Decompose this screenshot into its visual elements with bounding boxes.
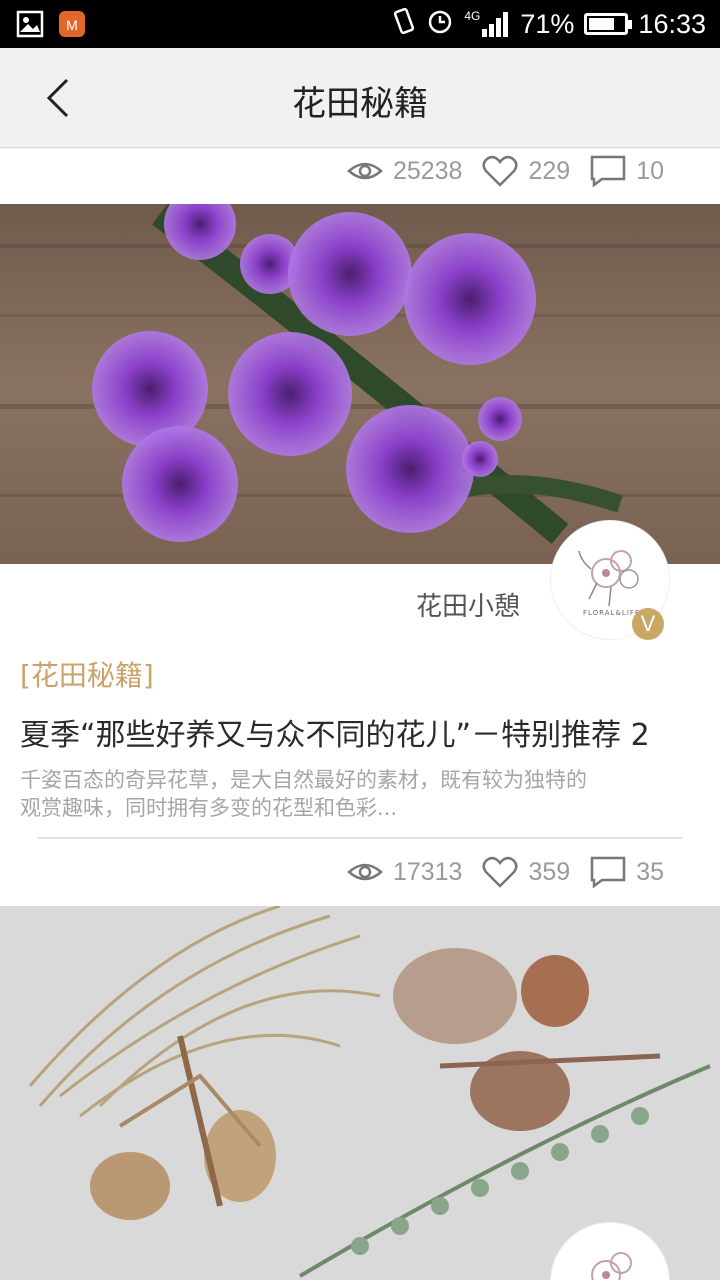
likes-stat[interactable]: 229: [482, 155, 570, 187]
avatar-caption: FLORAL&LIFE: [583, 609, 641, 617]
svg-text:M: M: [66, 17, 78, 33]
nav-bar: 花田秘籍: [0, 48, 720, 148]
likes-count: 229: [528, 156, 571, 185]
heart-icon: [482, 856, 518, 888]
article-card[interactable]: FLORAL&LIFE V 花田小憩 [花田秘籍] 夏季“那些好养又与众不同的花…: [0, 204, 720, 906]
comments-stat[interactable]: 35: [590, 856, 664, 888]
comment-icon: [590, 155, 626, 187]
likes-stat[interactable]: 359: [482, 856, 570, 888]
article-title[interactable]: 夏季“那些好养又与众不同的花儿”－特别推荐 2: [20, 710, 700, 754]
signal-icon: 4G: [464, 9, 510, 37]
article-tag[interactable]: [花田秘籍]: [20, 654, 154, 694]
comments-count: 10: [636, 156, 664, 185]
eye-icon: [347, 863, 383, 881]
vibrate-icon: [392, 7, 416, 42]
likes-count: 359: [528, 857, 571, 886]
battery-percent: 71%: [520, 8, 575, 39]
author-name[interactable]: 花田小憩: [416, 586, 520, 623]
description-line: 观赏趣味，同时拥有多变的花型和色彩...: [20, 796, 398, 820]
stats-row: 17313 359 35: [347, 856, 664, 888]
article-description: 千姿百态的奇异花草，是大自然最好的素材，既有较为独特的 观赏趣味，同时拥有多变的…: [20, 766, 660, 822]
stats-row: 25238 229 10: [347, 155, 664, 187]
verified-badge: V: [632, 608, 664, 640]
heart-icon: [482, 155, 518, 187]
eye-icon: [347, 162, 383, 180]
previous-card-footer: 25238 229 10: [0, 149, 720, 204]
views-count: 25238: [392, 156, 463, 185]
article-cover-image[interactable]: [0, 204, 720, 564]
app-notification-icon: M: [58, 10, 86, 38]
views-count: 17313: [392, 857, 463, 886]
description-line: 千姿百态的奇异花草，是大自然最好的素材，既有较为独特的: [20, 768, 587, 792]
comments-count: 35: [636, 857, 664, 886]
comment-icon: [590, 856, 626, 888]
divider: [38, 837, 682, 839]
article-card[interactable]: [0, 906, 720, 1280]
views-stat: 25238: [347, 156, 463, 186]
alarm-icon: [426, 7, 454, 42]
status-bar: M 4G 71% 16:33: [0, 0, 720, 48]
battery-icon: [584, 13, 633, 35]
battery-level: [589, 18, 614, 30]
clock: 16:33: [638, 8, 706, 39]
gallery-notification-icon: [16, 10, 44, 38]
page-title: 花田秘籍: [292, 84, 428, 124]
purple-flowers-image: [0, 204, 720, 564]
network-type: 4G: [464, 9, 481, 23]
views-stat: 17313: [347, 857, 463, 887]
comments-stat[interactable]: 10: [590, 155, 664, 187]
